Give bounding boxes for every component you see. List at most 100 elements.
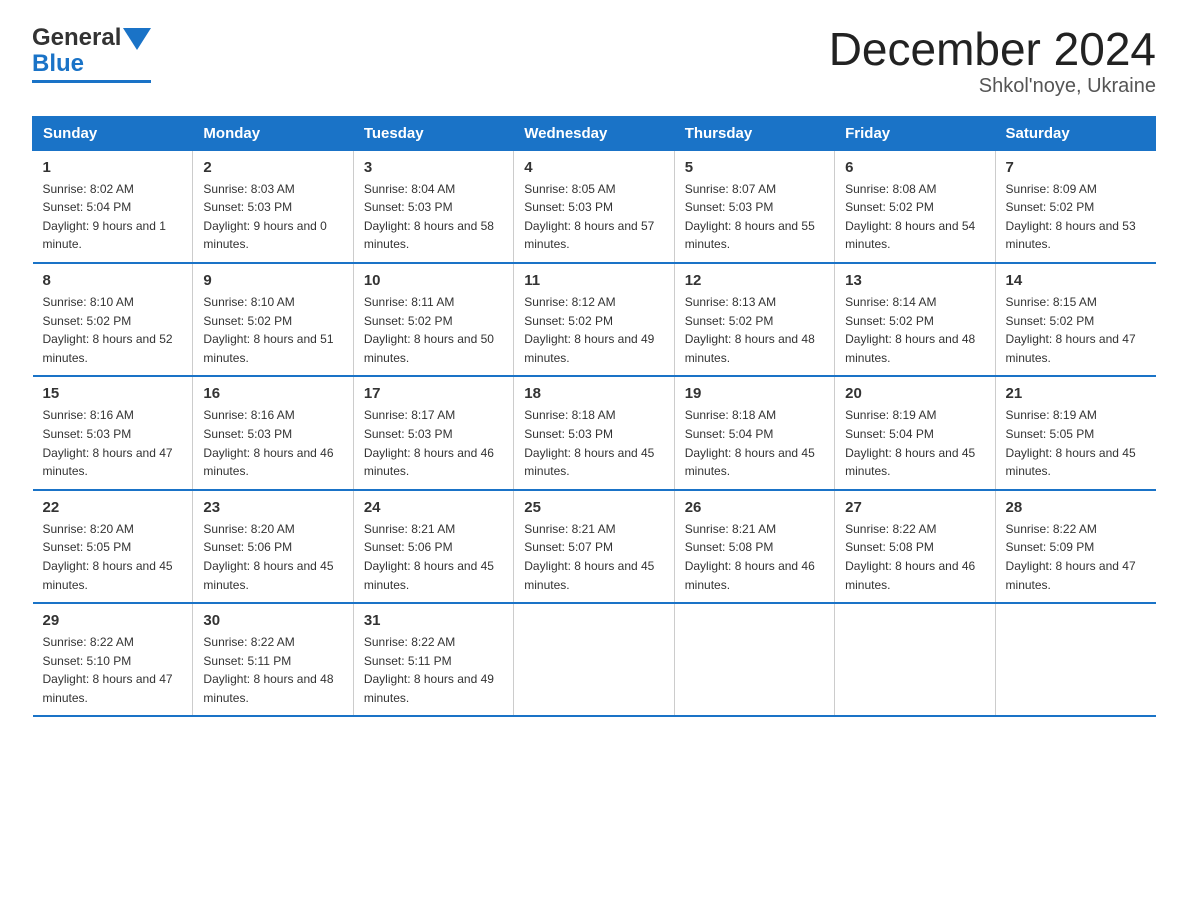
sunset-text: Sunset: 5:03 PM — [364, 200, 453, 214]
table-row: 28 Sunrise: 8:22 AM Sunset: 5:09 PM Dayl… — [995, 490, 1155, 603]
sunset-text: Sunset: 5:08 PM — [845, 540, 934, 554]
day-info: Sunrise: 8:14 AM Sunset: 5:02 PM Dayligh… — [845, 293, 984, 367]
daylight-text: Daylight: 8 hours and 45 minutes. — [364, 559, 494, 592]
sunset-text: Sunset: 5:11 PM — [364, 654, 452, 668]
sunset-text: Sunset: 5:10 PM — [43, 654, 132, 668]
daylight-text: Daylight: 8 hours and 46 minutes. — [203, 446, 333, 479]
sunrise-text: Sunrise: 8:15 AM — [1006, 295, 1097, 309]
day-number: 4 — [524, 159, 663, 176]
sunset-text: Sunset: 5:07 PM — [524, 540, 613, 554]
sunset-text: Sunset: 5:02 PM — [524, 314, 613, 328]
day-number: 11 — [524, 272, 663, 289]
daylight-text: Daylight: 9 hours and 1 minute. — [43, 219, 166, 252]
day-info: Sunrise: 8:21 AM Sunset: 5:07 PM Dayligh… — [524, 520, 663, 594]
sunset-text: Sunset: 5:02 PM — [364, 314, 453, 328]
header-monday: Monday — [193, 116, 353, 150]
calendar-header-row: Sunday Monday Tuesday Wednesday Thursday… — [33, 116, 1156, 150]
location-subtitle: Shkol'noye, Ukraine — [829, 75, 1156, 98]
day-info: Sunrise: 8:13 AM Sunset: 5:02 PM Dayligh… — [685, 293, 824, 367]
table-row: 8 Sunrise: 8:10 AM Sunset: 5:02 PM Dayli… — [33, 263, 193, 376]
day-info: Sunrise: 8:05 AM Sunset: 5:03 PM Dayligh… — [524, 180, 663, 254]
day-number: 28 — [1006, 499, 1146, 516]
sunset-text: Sunset: 5:05 PM — [43, 540, 132, 554]
day-number: 16 — [203, 385, 342, 402]
sunset-text: Sunset: 5:11 PM — [203, 654, 291, 668]
sunrise-text: Sunrise: 8:12 AM — [524, 295, 615, 309]
day-info: Sunrise: 8:17 AM Sunset: 5:03 PM Dayligh… — [364, 406, 503, 480]
table-row: 27 Sunrise: 8:22 AM Sunset: 5:08 PM Dayl… — [835, 490, 995, 603]
table-row: 23 Sunrise: 8:20 AM Sunset: 5:06 PM Dayl… — [193, 490, 353, 603]
day-number: 2 — [203, 159, 342, 176]
day-info: Sunrise: 8:22 AM Sunset: 5:08 PM Dayligh… — [845, 520, 984, 594]
day-number: 26 — [685, 499, 824, 516]
sunrise-text: Sunrise: 8:14 AM — [845, 295, 936, 309]
sunset-text: Sunset: 5:03 PM — [524, 427, 613, 441]
daylight-text: Daylight: 8 hours and 48 minutes. — [203, 672, 333, 705]
header-thursday: Thursday — [674, 116, 834, 150]
day-info: Sunrise: 8:22 AM Sunset: 5:11 PM Dayligh… — [364, 633, 503, 707]
sunset-text: Sunset: 5:04 PM — [685, 427, 774, 441]
day-number: 5 — [685, 159, 824, 176]
table-row: 31 Sunrise: 8:22 AM Sunset: 5:11 PM Dayl… — [353, 603, 513, 716]
daylight-text: Daylight: 8 hours and 46 minutes. — [364, 446, 494, 479]
day-number: 7 — [1006, 159, 1146, 176]
day-number: 27 — [845, 499, 984, 516]
daylight-text: Daylight: 8 hours and 47 minutes. — [1006, 332, 1136, 365]
sunset-text: Sunset: 5:06 PM — [203, 540, 292, 554]
sunset-text: Sunset: 5:05 PM — [1006, 427, 1095, 441]
sunrise-text: Sunrise: 8:10 AM — [43, 295, 134, 309]
logo-general-text: General — [32, 24, 121, 52]
day-info: Sunrise: 8:02 AM Sunset: 5:04 PM Dayligh… — [43, 180, 183, 254]
sunrise-text: Sunrise: 8:18 AM — [524, 408, 615, 422]
sunrise-text: Sunrise: 8:21 AM — [685, 522, 776, 536]
daylight-text: Daylight: 8 hours and 47 minutes. — [1006, 559, 1136, 592]
sunrise-text: Sunrise: 8:22 AM — [1006, 522, 1097, 536]
table-row — [995, 603, 1155, 716]
table-row — [674, 603, 834, 716]
sunset-text: Sunset: 5:02 PM — [685, 314, 774, 328]
table-row: 25 Sunrise: 8:21 AM Sunset: 5:07 PM Dayl… — [514, 490, 674, 603]
day-info: Sunrise: 8:19 AM Sunset: 5:04 PM Dayligh… — [845, 406, 984, 480]
day-info: Sunrise: 8:16 AM Sunset: 5:03 PM Dayligh… — [43, 406, 183, 480]
calendar-table: Sunday Monday Tuesday Wednesday Thursday… — [32, 116, 1156, 718]
logo-underline — [32, 80, 151, 83]
daylight-text: Daylight: 8 hours and 58 minutes. — [364, 219, 494, 252]
daylight-text: Daylight: 8 hours and 45 minutes. — [845, 446, 975, 479]
sunrise-text: Sunrise: 8:04 AM — [364, 182, 455, 196]
day-number: 19 — [685, 385, 824, 402]
page-header: General Blue December 2024 Shkol'noye, U… — [32, 24, 1156, 98]
calendar-week-row: 15 Sunrise: 8:16 AM Sunset: 5:03 PM Dayl… — [33, 376, 1156, 489]
day-number: 22 — [43, 499, 183, 516]
sunrise-text: Sunrise: 8:02 AM — [43, 182, 134, 196]
day-number: 9 — [203, 272, 342, 289]
table-row: 6 Sunrise: 8:08 AM Sunset: 5:02 PM Dayli… — [835, 150, 995, 263]
table-row: 21 Sunrise: 8:19 AM Sunset: 5:05 PM Dayl… — [995, 376, 1155, 489]
sunrise-text: Sunrise: 8:22 AM — [203, 635, 294, 649]
day-number: 23 — [203, 499, 342, 516]
day-info: Sunrise: 8:20 AM Sunset: 5:06 PM Dayligh… — [203, 520, 342, 594]
sunrise-text: Sunrise: 8:09 AM — [1006, 182, 1097, 196]
month-title: December 2024 — [829, 24, 1156, 75]
daylight-text: Daylight: 8 hours and 45 minutes. — [524, 559, 654, 592]
sunrise-text: Sunrise: 8:13 AM — [685, 295, 776, 309]
table-row: 14 Sunrise: 8:15 AM Sunset: 5:02 PM Dayl… — [995, 263, 1155, 376]
day-number: 3 — [364, 159, 503, 176]
table-row: 29 Sunrise: 8:22 AM Sunset: 5:10 PM Dayl… — [33, 603, 193, 716]
day-number: 10 — [364, 272, 503, 289]
day-info: Sunrise: 8:10 AM Sunset: 5:02 PM Dayligh… — [203, 293, 342, 367]
day-info: Sunrise: 8:03 AM Sunset: 5:03 PM Dayligh… — [203, 180, 342, 254]
table-row: 16 Sunrise: 8:16 AM Sunset: 5:03 PM Dayl… — [193, 376, 353, 489]
day-number: 15 — [43, 385, 183, 402]
sunrise-text: Sunrise: 8:22 AM — [43, 635, 134, 649]
logo-arrow-icon — [123, 28, 151, 50]
sunset-text: Sunset: 5:02 PM — [845, 314, 934, 328]
logo: General Blue — [32, 24, 151, 83]
daylight-text: Daylight: 8 hours and 52 minutes. — [43, 332, 173, 365]
daylight-text: Daylight: 8 hours and 51 minutes. — [203, 332, 333, 365]
day-number: 29 — [43, 612, 183, 629]
day-info: Sunrise: 8:16 AM Sunset: 5:03 PM Dayligh… — [203, 406, 342, 480]
table-row: 3 Sunrise: 8:04 AM Sunset: 5:03 PM Dayli… — [353, 150, 513, 263]
day-info: Sunrise: 8:07 AM Sunset: 5:03 PM Dayligh… — [685, 180, 824, 254]
day-info: Sunrise: 8:22 AM Sunset: 5:11 PM Dayligh… — [203, 633, 342, 707]
daylight-text: Daylight: 8 hours and 46 minutes. — [685, 559, 815, 592]
